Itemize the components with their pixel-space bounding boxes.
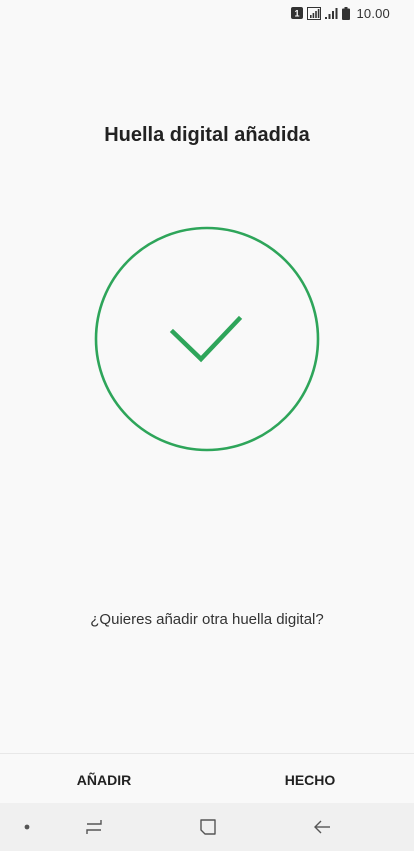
back-icon[interactable] <box>302 803 342 851</box>
page-title: Huella digital añadida <box>104 124 310 146</box>
signal-bars-icon <box>325 8 338 19</box>
battery-icon <box>342 6 351 20</box>
sim-icon: 1 <box>291 7 304 19</box>
action-bar: AÑADIR HECHO <box>0 753 414 804</box>
sim-slot-label: 1 <box>295 9 300 19</box>
signal-icon <box>307 6 322 20</box>
add-another-question: ¿Quieres añadir otra huella digital? <box>90 611 324 628</box>
navigation-bar <box>0 803 414 851</box>
status-time: 10.00 <box>356 5 390 21</box>
recent-apps-icon[interactable] <box>74 803 114 851</box>
add-button[interactable]: AÑADIR <box>34 754 174 804</box>
check-circle-icon <box>94 226 320 452</box>
status-bar: 1 10.00 <box>0 0 414 26</box>
done-button[interactable]: HECHO <box>240 754 380 804</box>
home-icon[interactable] <box>188 803 228 851</box>
nav-dot-icon[interactable] <box>14 803 40 851</box>
